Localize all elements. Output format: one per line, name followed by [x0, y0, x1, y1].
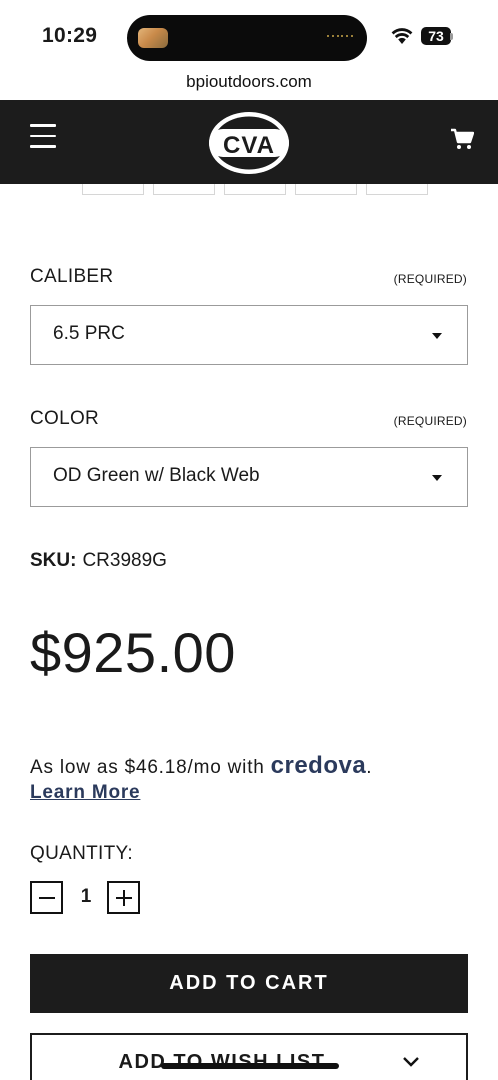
- add-to-cart-button[interactable]: ADD TO CART: [30, 954, 468, 1013]
- audio-indicator-icon: [327, 35, 353, 39]
- credova-logo: credova: [270, 752, 367, 779]
- caliber-selected-value: 6.5 PRC: [53, 323, 125, 344]
- caliber-select[interactable]: 6.5 PRC: [30, 305, 468, 365]
- shopping-cart-icon[interactable]: [450, 127, 474, 151]
- quantity-input[interactable]: 1: [78, 886, 94, 908]
- wifi-icon: [391, 28, 413, 44]
- financing-message: As low as $46.18/mo with credova.: [30, 752, 372, 780]
- logo-text: CVA: [223, 132, 275, 159]
- caliber-required-note: (REQUIRED): [393, 272, 467, 286]
- product-thumbnail[interactable]: [153, 184, 215, 195]
- cva-logo[interactable]: CVA: [206, 110, 292, 176]
- financing-text: As low as $46.18/mo with: [30, 757, 265, 778]
- product-thumbnail[interactable]: [366, 184, 428, 195]
- now-playing-thumbnail: [138, 28, 168, 48]
- sku-value: CR3989G: [82, 550, 167, 571]
- product-price: $925.00: [30, 621, 236, 684]
- site-header: CVA: [0, 100, 498, 184]
- home-indicator[interactable]: [161, 1063, 339, 1069]
- add-to-wish-list-button[interactable]: ADD TO WISH LIST: [30, 1033, 468, 1080]
- sku-label: SKU:: [30, 550, 77, 571]
- financing-suffix: .: [366, 757, 373, 778]
- url-bar[interactable]: bpioutdoors.com: [0, 72, 498, 92]
- learn-more-link[interactable]: Learn More: [30, 782, 140, 804]
- minus-icon: [39, 897, 55, 899]
- color-required-note: (REQUIRED): [393, 414, 467, 428]
- caret-down-icon: [432, 333, 442, 339]
- quantity-label: QUANTITY:: [30, 843, 133, 864]
- battery-indicator: 73: [421, 27, 451, 45]
- sku: SKU: CR3989G: [30, 550, 167, 572]
- product-thumbnail[interactable]: [295, 184, 357, 195]
- caliber-label: CALIBER: [30, 266, 114, 287]
- battery-cap-icon: [450, 33, 453, 40]
- caret-down-icon: [432, 475, 442, 481]
- quantity-increase-button[interactable]: [107, 881, 140, 914]
- color-label: COLOR: [30, 408, 100, 429]
- product-thumbnail-strip: [82, 184, 437, 195]
- color-selected-value: OD Green w/ Black Web: [53, 465, 260, 486]
- chevron-down-icon: [403, 1057, 419, 1067]
- quantity-decrease-button[interactable]: [30, 881, 63, 914]
- color-select[interactable]: OD Green w/ Black Web: [30, 447, 468, 507]
- status-time: 10:29: [42, 24, 98, 47]
- status-bar: 10:29 73: [0, 0, 498, 70]
- product-thumbnail[interactable]: [82, 184, 144, 195]
- dynamic-island: [127, 15, 367, 61]
- hamburger-menu-icon[interactable]: [30, 124, 56, 150]
- product-thumbnail[interactable]: [224, 184, 286, 195]
